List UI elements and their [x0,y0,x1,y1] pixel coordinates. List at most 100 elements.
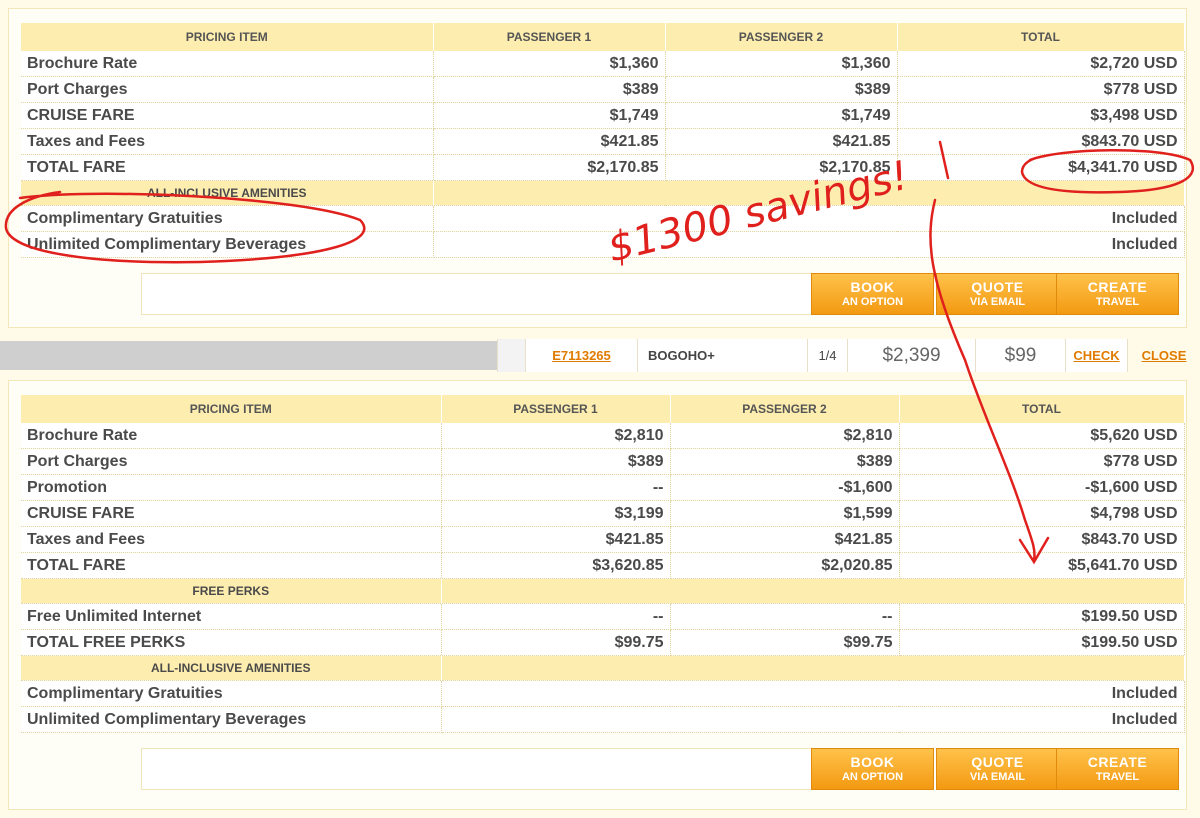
table-row: Free Unlimited Internet -- -- $199.50 USD [21,603,1185,630]
passenger-2-value: -$1,600 [670,474,900,501]
table-row: Unlimited Complimentary Beverages Include… [21,231,1185,258]
quote-panel-1: PRICING ITEM PASSENGER 1 PASSENGER 2 TOT… [8,8,1187,328]
deposit: $99 [975,339,1065,372]
col-header-passenger-1: PASSENGER 1 [441,395,671,423]
section-header-amenities: ALL-INCLUSIVE AMENITIES [21,180,1185,206]
table-row: Promotion -- -$1,600 -$1,600 USD [21,474,1185,501]
row-label: Complimentary Gratuities [21,205,434,232]
row-label: TOTAL FARE [21,154,434,181]
total-value: $3,498 USD [897,102,1185,129]
quote-email-button[interactable]: QUOTE VIA EMAIL [936,748,1059,790]
passenger-1-value: $389 [433,76,666,103]
passenger-2-value: $99.75 [670,629,900,656]
passenger-2-value: $421.85 [670,526,900,553]
button-line-1: QUOTE [971,754,1024,770]
total-value: $778 USD [897,76,1185,103]
section-title: FREE PERKS [21,578,442,604]
pager: 1/4 [807,339,847,372]
total-value: $5,620 USD [899,423,1185,449]
section-title: ALL-INCLUSIVE AMENITIES [21,655,442,681]
passenger-2-value: $1,360 [665,51,898,77]
row-label: CRUISE FARE [21,500,442,527]
section-header-free-perks: FREE PERKS [21,578,1185,604]
empty-cell [441,680,899,707]
close-link[interactable]: CLOSE [1142,348,1187,363]
passenger-2-value: $421.85 [665,128,898,155]
col-header-pricing-item: PRICING ITEM [21,23,434,51]
table-row: CRUISE FARE $1,749 $1,749 $3,498 USD [21,102,1185,129]
total-value: Included [897,231,1185,258]
table-row: Port Charges $389 $389 $778 USD [21,448,1185,475]
sailing-code-cell[interactable]: E7113265 [525,339,637,372]
col-header-passenger-2: PASSENGER 2 [670,395,900,423]
passenger-1-value: $1,360 [433,51,666,77]
pricing-table-1: PRICING ITEM PASSENGER 1 PASSENGER 2 TOT… [21,23,1185,258]
sailing-code-link[interactable]: E7113265 [552,348,611,363]
section-filler [441,578,1185,604]
col-header-pricing-item: PRICING ITEM [21,395,442,423]
empty-cell [433,205,897,232]
passenger-2-value: -- [670,603,900,630]
button-line-2: TRAVEL [1095,771,1140,783]
passenger-1-value: $99.75 [441,629,671,656]
row-label: Taxes and Fees [21,526,442,553]
row-label: TOTAL FREE PERKS [21,629,442,656]
passenger-1-value: $2,810 [441,423,671,449]
close-cell[interactable]: CLOSE [1127,339,1200,372]
total-value: $4,341.70 USD [897,154,1185,181]
passenger-1-value: $3,620.85 [441,552,671,579]
total-value: $199.50 USD [899,629,1185,656]
table-row: Complimentary Gratuities Included [21,205,1185,232]
create-travel-button[interactable]: CREATE TRAVEL [1056,273,1179,315]
passenger-2-value: $389 [670,448,900,475]
book-option-button[interactable]: BOOK AN OPTION [811,273,934,315]
table-row: Taxes and Fees $421.85 $421.85 $843.70 USD [21,128,1185,155]
table-row: Brochure Rate $1,360 $1,360 $2,720 USD [21,51,1185,77]
action-bar: BOOK AN OPTION QUOTE VIA EMAIL CREATE TRAVE… [9,273,1188,315]
create-travel-button[interactable]: CREATE TRAVEL [1056,748,1179,790]
table-row-total-fare: TOTAL FARE $2,170.85 $2,170.85 $4,341.70 US… [21,154,1185,181]
total-value: $199.50 USD [899,603,1185,630]
table-row: Unlimited Complimentary Beverages Include… [21,706,1185,733]
col-header-passenger-2: PASSENGER 2 [665,23,898,51]
passenger-2-value: $389 [665,76,898,103]
total-value: $2,720 USD [897,51,1185,77]
button-line-2: TRAVEL [1095,296,1140,308]
col-header-total: TOTAL [899,395,1185,423]
table-row: TOTAL FREE PERKS $99.75 $99.75 $199.50 USD [21,629,1185,656]
section-filler [441,655,1185,681]
row-label: Free Unlimited Internet [21,603,442,630]
table-row: Port Charges $389 $389 $778 USD [21,76,1185,103]
row-label: Complimentary Gratuities [21,680,442,707]
check-cell[interactable]: CHECK [1065,339,1127,372]
check-link[interactable]: CHECK [1073,348,1119,363]
passenger-2-value: $2,020.85 [670,552,900,579]
row-gray-fill [0,341,497,370]
table-row: Complimentary Gratuities Included [21,680,1185,707]
row-label: Brochure Rate [21,51,434,77]
row-label: Port Charges [21,448,442,475]
passenger-1-value: $3,199 [441,500,671,527]
row-handle [497,339,525,372]
total-value: $5,641.70 USD [899,552,1185,579]
book-option-button[interactable]: BOOK AN OPTION [811,748,934,790]
promo-code: BOGOHO+ [637,339,807,372]
col-header-total: TOTAL [897,23,1185,51]
row-label: Taxes and Fees [21,128,434,155]
table-row-total-fare: TOTAL FARE $3,620.85 $2,020.85 $5,641.70 US… [21,552,1185,579]
button-line-2: AN OPTION [841,771,904,783]
passenger-2-value: $1,599 [670,500,900,527]
total-value: Included [899,680,1185,707]
passenger-1-value: $421.85 [441,526,671,553]
quote-panel-2: PRICING ITEM PASSENGER 1 PASSENGER 2 TOT… [8,380,1187,810]
row-label: Promotion [21,474,442,501]
table-row: Brochure Rate $2,810 $2,810 $5,620 USD [21,423,1185,449]
total-value: Included [897,205,1185,232]
total-value: $843.70 USD [899,526,1185,553]
table-row: Taxes and Fees $421.85 $421.85 $843.70 USD [21,526,1185,553]
quote-email-button[interactable]: QUOTE VIA EMAIL [936,273,1059,315]
sailing-result-row: E7113265 BOGOHO+ 1/4 $2,399 $99 CHECK CL… [0,339,1200,372]
row-label: Unlimited Complimentary Beverages [21,231,434,258]
empty-cell [433,231,897,258]
action-bar-spacer [141,748,819,790]
